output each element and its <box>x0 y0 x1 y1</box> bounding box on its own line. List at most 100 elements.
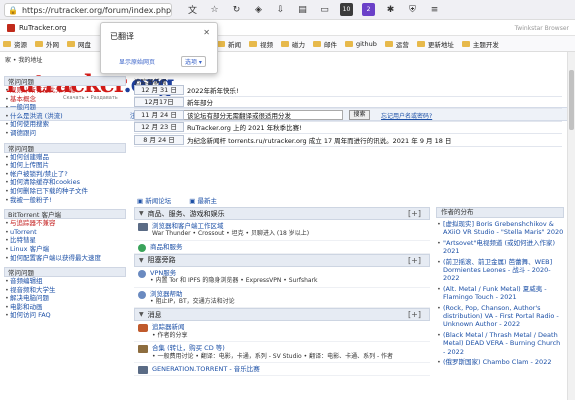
bookmark-6[interactable]: 磁力 <box>281 39 305 49</box>
news-link[interactable]: 该论坛有部分无需翻译或很适用分发 <box>187 110 291 120</box>
shield-icon[interactable]: ◈ <box>252 3 265 16</box>
category-title: 阻塞旁路 <box>147 256 176 265</box>
release-link[interactable]: (前卫摇滚、前卫金属) 芭蕾舞、WEB] Dormientes Leones -… <box>436 258 564 283</box>
translate-icon[interactable]: 文 <box>186 3 199 16</box>
sidebar-link[interactable]: 基本概念 <box>4 95 126 104</box>
puzzle-icon[interactable]: ✱ <box>384 3 397 16</box>
sidebar-link[interactable]: 如何清除缓存和cookies <box>4 178 126 187</box>
bookmark-7[interactable]: 邮件 <box>313 39 337 49</box>
release-link[interactable]: (Black Metal / Thrash Metal / Death Meta… <box>436 331 564 356</box>
forum-link[interactable]: VPN服务 <box>150 269 318 277</box>
sidebar-link[interactable]: 比特彗星 <box>4 236 126 245</box>
news-link[interactable]: RuTracker.org 上的 2021 年秋季比赛! <box>187 122 302 132</box>
bookmark-4[interactable]: 新闻 <box>217 39 241 49</box>
sidebar-icon[interactable]: ▤ <box>296 3 309 16</box>
sidebar-link[interactable]: 我被一般粉子! <box>4 196 126 205</box>
folder-icon <box>384 40 393 47</box>
sidebar-link[interactable]: 如何配置客户端以获得最大速度 <box>4 254 126 263</box>
release-link[interactable]: "Artsovet"电视频道 (或如何进入作家) 2021 <box>436 239 564 256</box>
refresh-icon[interactable]: ↻ <box>230 3 243 16</box>
game-icon <box>138 324 148 333</box>
subforum-links[interactable]: • 阻止IP，BT，交通方法和讨论 <box>150 298 235 306</box>
release-link[interactable]: (俄罗斯国家) Chambo Clam - 2022 <box>436 358 564 367</box>
expand-plus-icon[interactable]: [+] <box>408 209 421 218</box>
category-header[interactable]: ▼ 阻塞旁路 [+] <box>134 253 430 267</box>
sidebar-link[interactable]: 如何访问 FAQ <box>4 311 126 320</box>
translate-popup: 已翻译 ✕ 显示原始网页 选项 ▾ <box>100 22 218 74</box>
expand-plus-icon[interactable]: [+] <box>408 310 421 319</box>
forum-row: 浏览器和客户端工作区域 War Thunder • Crossout • 坦克 •… <box>134 220 430 241</box>
sidebar-link[interactable]: 音频编辑组 <box>4 277 126 286</box>
subforum-links[interactable]: War Thunder • Crossout • 坦克 • 贝聊进入 (18 岁… <box>152 230 309 238</box>
bookmark-8[interactable]: github <box>345 40 377 48</box>
show-original-button[interactable]: 显示原始网页 <box>119 57 155 66</box>
subforum-links[interactable]: • 内置 Tor 和 IPFS 的隐身浏览器 • ExpressVPN • Su… <box>150 277 318 285</box>
shield-check-icon[interactable]: ⛨ <box>406 3 419 16</box>
options-button[interactable]: 选项 ▾ <box>181 56 206 67</box>
forum-link[interactable]: 合集 (转让，购买 CD 等) <box>152 344 393 352</box>
news-date: 12月17日 <box>134 97 184 108</box>
category-header[interactable]: ▼ 商品、服务、游戏和娱乐 [+] <box>134 207 430 220</box>
release-link[interactable]: [虚拟现实] Boris Grebenshchikov & AXiiO VR S… <box>436 220 564 237</box>
category-header[interactable]: ▼ 消息 [+] <box>134 308 430 322</box>
subforum-links[interactable]: • 一般费用讨论 • 翻译：电影，卡通，系列 - SV Studio • 翻译：… <box>152 353 393 361</box>
extension-badge-icon[interactable]: 2 <box>362 3 375 16</box>
collapse-triangle-icon[interactable]: ▼ <box>139 311 144 318</box>
category-list: ▼ 商品、服务、游戏和娱乐 [+] 浏览器和客户端工作区域 War Thunder • … <box>134 207 430 377</box>
sidebar-link[interactable]: 与追踪器不兼容 <box>4 219 126 228</box>
forum-row: GENERATION.TORRENT - 音乐比赛 <box>134 363 430 377</box>
news-link[interactable]: 2022年新年快乐! <box>187 85 239 95</box>
release-link[interactable]: (Alt. Metal / Funk Metal) 夏威夷 - Flamingo… <box>436 285 564 302</box>
news-date: 12 月 31 日 <box>134 84 184 95</box>
latest-link[interactable]: ▣ 最新主 <box>189 197 225 205</box>
extension-icon[interactable]: 10 <box>340 3 353 16</box>
star-icon[interactable]: ☆ <box>208 3 221 16</box>
release-link[interactable]: (Rock, Pop, Chanson, Author's distributi… <box>436 304 564 329</box>
address-bar[interactable]: 🔒 https://rutracker.org/forum/index.php <box>4 3 172 17</box>
browser-brand: Twinkstar Browser <box>514 25 569 32</box>
scrollbar-thumb[interactable] <box>569 70 574 130</box>
news-row: 12 月 23 日 RuTracker.org 上的 2021 年秋季比赛! <box>134 122 562 134</box>
bookmark-5[interactable]: 视频 <box>249 39 273 49</box>
news-link[interactable]: 新年部分 <box>187 97 213 107</box>
menu-icon[interactable]: ≡ <box>428 3 441 16</box>
sidebar-link[interactable]: 调德跟问 <box>4 129 126 138</box>
sidebar-link[interactable]: 如何删除已下载的种子文件 <box>4 187 126 196</box>
forum-row: 商品和服务 <box>134 241 430 254</box>
bookmark-1[interactable]: 外网 <box>35 39 59 49</box>
forum-link[interactable]: GENERATION.TORRENT - 音乐比赛 <box>152 365 260 373</box>
folder-icon <box>313 40 321 47</box>
releases-heading: 作者的分布 <box>436 207 564 218</box>
sidebar-link[interactable]: 如何上传图片 <box>4 161 126 170</box>
bookmark-2[interactable]: 网盘 <box>67 39 91 49</box>
bookmark-0[interactable]: 资源 <box>3 39 27 49</box>
cast-icon[interactable]: ▭ <box>318 3 331 16</box>
sidebar-link[interactable]: 如何创建赠品 <box>4 153 126 162</box>
sidebar-link[interactable]: 视音频和大学生 <box>4 286 126 295</box>
subforum-links[interactable]: • 作者的分享 <box>152 332 187 340</box>
forum-link[interactable]: 商品和服务 <box>150 243 183 251</box>
collapse-triangle-icon[interactable]: ▼ <box>139 210 144 217</box>
bookmark-9[interactable]: 运营 <box>384 39 409 49</box>
sidebar-block: 常问问题规则 | 所有在此外下载基本概念一般问题什么是洪流 (洪流)如何使用搜索… <box>4 76 126 138</box>
close-icon[interactable]: ✕ <box>203 28 210 37</box>
sidebar-link[interactable]: 如何使用搜索 <box>4 120 126 129</box>
news-date: 12 月 23 日 <box>134 122 184 133</box>
bookmark-10[interactable]: 更新地址 <box>416 39 454 49</box>
download-icon[interactable]: ⇩ <box>274 3 287 16</box>
sidebar-link[interactable]: 解决电脑问题 <box>4 294 126 303</box>
news-forum-link[interactable]: ▣ 新闻论坛 <box>137 197 179 205</box>
sidebar-link[interactable]: 一般问题 <box>4 103 126 112</box>
sidebar-block: BitTorrent 客户端与追踪器不兼容uTorrent比特彗星Linux 客… <box>4 209 126 262</box>
popup-title: 已翻译 <box>110 32 134 41</box>
scrollbar[interactable] <box>567 52 575 400</box>
tab-rutracker[interactable]: RuTracker.org <box>2 21 98 35</box>
bookmark-11[interactable]: 主题开发 <box>461 39 499 49</box>
collapse-triangle-icon[interactable]: ▼ <box>139 257 144 264</box>
sidebar-link[interactable]: 规则 | 所有在此外下载 <box>4 86 126 95</box>
sidebar-link[interactable]: Linux 客户端 <box>4 245 126 254</box>
expand-plus-icon[interactable]: [+] <box>408 256 421 265</box>
forum-link[interactable]: 追踪器新闻 <box>152 323 187 331</box>
forum-link[interactable]: 浏览器帮助 <box>150 290 235 298</box>
news-link[interactable]: 为纪念新闻杆 torrents.ru/rutracker.org 成立 17 周… <box>187 135 451 145</box>
